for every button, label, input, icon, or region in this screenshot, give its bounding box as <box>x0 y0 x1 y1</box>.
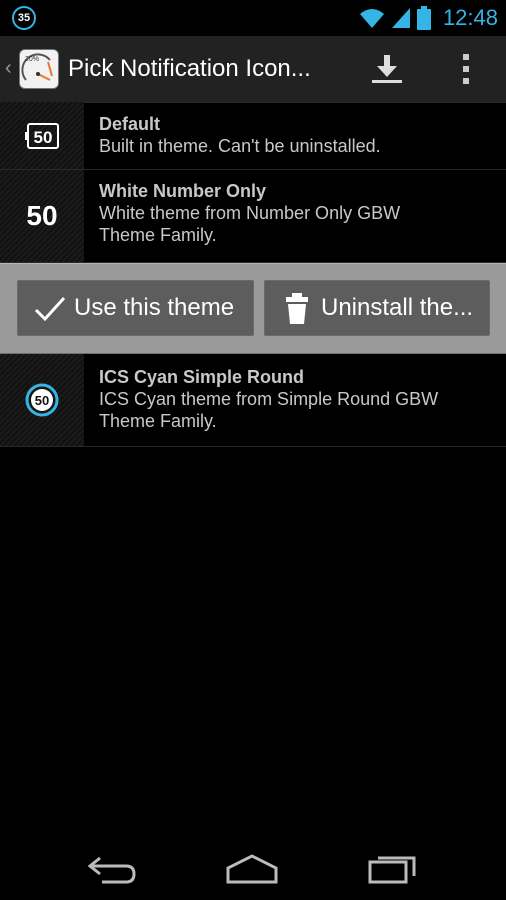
list-item-ics-cyan-simple-round-theme[interactable]: 50 ICS Cyan Simple Round ICS Cyan theme … <box>0 354 506 447</box>
theme-list: 50 Default Built in theme. Can't be unin… <box>0 102 506 447</box>
theme-preview-default: 50 <box>0 102 84 169</box>
system-navigation-bar <box>0 836 506 900</box>
status-icons: 12:48 <box>359 4 498 32</box>
theme-description-line-1: ICS Cyan theme from Simple Round GBW <box>99 389 439 409</box>
checkmark-icon <box>34 296 66 322</box>
uninstall-theme-label: Uninstall the... <box>321 294 474 321</box>
battery-icon <box>416 6 431 30</box>
wifi-icon <box>359 9 384 28</box>
svg-text:50: 50 <box>35 393 49 408</box>
theme-actions-panel: Use this theme Uninstall the... <box>0 263 506 354</box>
download-icon[interactable] <box>367 52 407 86</box>
preview-round-number-icon: 50 <box>25 383 59 417</box>
theme-description-line-2: Theme Family. <box>99 411 217 431</box>
use-theme-button[interactable]: Use this theme <box>17 280 254 336</box>
theme-description: Built in theme. Can't be uninstalled. <box>99 136 381 156</box>
signal-icon <box>391 8 410 28</box>
theme-name: White Number Only <box>99 181 267 201</box>
theme-description-line-1: White theme from Number Only GBW <box>99 203 401 223</box>
action-bar: ‹ 20% Pick Notification Icon... <box>0 36 506 103</box>
up-navigation-icon[interactable]: ‹ <box>5 58 12 78</box>
back-icon[interactable] <box>82 848 142 888</box>
notification-badge-icon: 35 <box>12 6 36 30</box>
list-item-default-theme[interactable]: 50 Default Built in theme. Can't be unin… <box>0 102 506 170</box>
svg-text:20%: 20% <box>25 56 39 63</box>
clock: 12:48 <box>442 5 498 30</box>
page-title: Pick Notification Icon... <box>68 55 311 82</box>
theme-name: Default <box>99 114 161 134</box>
uninstall-theme-button[interactable]: Uninstall the... <box>264 280 490 336</box>
theme-description-line-2: Theme Family. <box>99 225 217 245</box>
preview-number: 50 <box>26 200 58 231</box>
preview-boxed-number-icon: 50 <box>25 122 59 149</box>
list-item-white-number-only-theme[interactable]: 50 White Number Only White theme from Nu… <box>0 170 506 263</box>
svg-text:50: 50 <box>34 128 53 147</box>
theme-preview-white-number: 50 <box>0 170 84 262</box>
recent-apps-icon[interactable] <box>364 848 424 888</box>
overflow-menu-icon[interactable] <box>446 50 486 88</box>
app-logo-icon[interactable]: 20% <box>19 49 59 89</box>
use-theme-label: Use this theme <box>74 294 235 321</box>
theme-preview-ics-cyan: 50 <box>0 354 84 446</box>
theme-name: ICS Cyan Simple Round <box>99 367 305 387</box>
trash-icon <box>286 293 308 324</box>
status-bar: 35 12:48 <box>0 0 506 36</box>
home-icon[interactable] <box>222 848 282 888</box>
